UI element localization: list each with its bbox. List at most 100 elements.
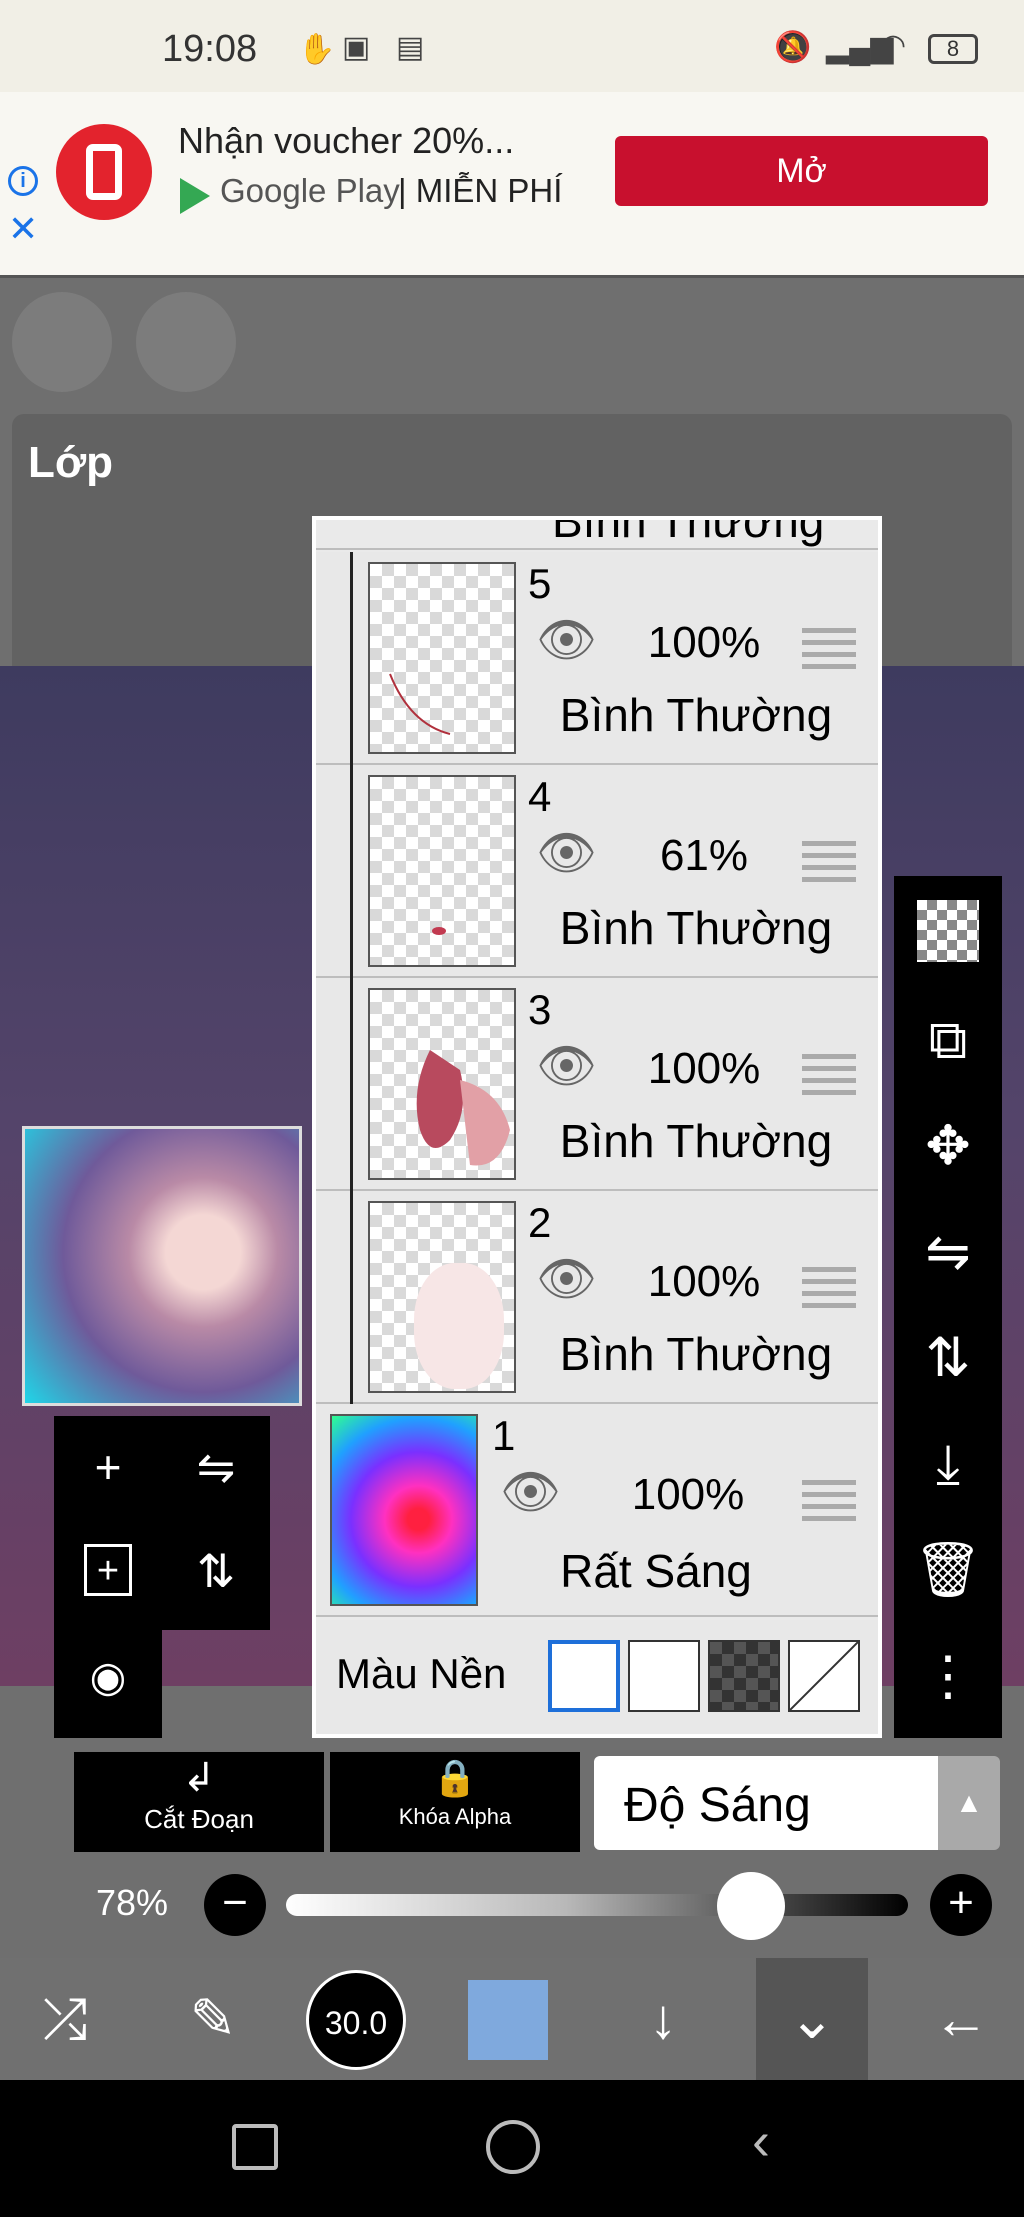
color-swatch[interactable]	[468, 1980, 548, 2060]
tool-switch-icon[interactable]: ⤮	[10, 1958, 120, 2080]
hand-icon: ✋	[298, 33, 336, 66]
layer-partial[interactable]: Bình Thường	[316, 520, 878, 550]
layer-mode[interactable]: Bình Thường	[526, 1114, 866, 1168]
layer-thumbnail	[368, 1201, 516, 1393]
layer-mode[interactable]: Bình Thường	[526, 1327, 866, 1381]
opacity-value: 78%	[96, 1882, 169, 1923]
plus-button[interactable]: +	[930, 1874, 992, 1936]
layer-opacity[interactable]: 100%	[634, 618, 774, 668]
battery-icon: 8	[928, 34, 978, 64]
clip-arrow-icon: ↲	[182, 1756, 216, 1800]
eye-icon[interactable]: 👁	[536, 830, 612, 878]
lock-icon: 🔒	[432, 1757, 478, 1798]
layer-number: 3	[528, 986, 552, 1033]
add-layer-icon[interactable]: +	[70, 1440, 146, 1494]
layer-mode[interactable]: Rất Sáng	[486, 1544, 826, 1598]
layers-chevron-icon[interactable]: ⌄	[756, 1958, 868, 2080]
background-row: Màu Nền	[316, 1620, 878, 1734]
layer-item[interactable]: 3 👁 100% Bình Thường	[316, 978, 878, 1191]
ad-open-button[interactable]: Mở	[615, 136, 988, 206]
flip-vertical-icon[interactable]: ⇅	[178, 1544, 254, 1598]
drag-handle-icon[interactable]	[802, 1480, 856, 1522]
convert-layer-icon[interactable]: ⧉	[908, 1000, 988, 1080]
trash-icon[interactable]: 🗑	[908, 1530, 988, 1610]
home-icon[interactable]	[486, 2120, 540, 2174]
eye-icon[interactable]: 👁	[536, 617, 612, 665]
move-icon[interactable]: ✥	[908, 1106, 988, 1186]
redo-button[interactable]	[136, 292, 236, 392]
bg-transparent-option[interactable]	[628, 1640, 700, 1712]
ad-store: Google Play	[220, 172, 400, 209]
bg-none-option[interactable]	[788, 1640, 860, 1712]
layer-item[interactable]: 2 👁 100% Bình Thường	[316, 1191, 878, 1404]
layer-opacity[interactable]: 61%	[634, 831, 774, 881]
layer-thumbnail	[330, 1414, 478, 1606]
eye-icon[interactable]: 👁	[536, 1043, 612, 1091]
clock: 19:08	[162, 28, 258, 70]
undo-button[interactable]	[12, 292, 112, 392]
drag-handle-icon[interactable]	[802, 841, 856, 883]
bg-dark-checker-option[interactable]	[708, 1640, 780, 1712]
layer-opacity[interactable]: 100%	[618, 1470, 758, 1520]
layer-item[interactable]: 1 👁 100% Rất Sáng	[316, 1404, 878, 1617]
nav-bar: ‹	[0, 2080, 1024, 2217]
flip-horizontal-icon[interactable]: ⇋	[908, 1212, 988, 1292]
layer-mode[interactable]: Bình Thường	[526, 688, 866, 742]
blend-mode-select[interactable]: Độ Sáng ▲	[594, 1756, 1000, 1850]
layer-number: 1	[492, 1412, 516, 1459]
mute-bell-icon: 🔕	[774, 31, 812, 64]
flip-horizontal-icon[interactable]: ⇋	[178, 1440, 254, 1494]
flip-vertical-icon[interactable]: ⇅	[908, 1318, 988, 1398]
more-icon[interactable]: ⋮	[908, 1636, 988, 1716]
alpha-lock-button[interactable]: 🔒 Khóa Alpha	[330, 1752, 580, 1852]
layer-opacity[interactable]: 100%	[634, 1044, 774, 1094]
layer-thumbnail	[368, 988, 516, 1180]
triangle-up-icon[interactable]: ▲	[938, 1756, 1000, 1850]
layer-opacity[interactable]: 100%	[634, 1257, 774, 1307]
slider-knob[interactable]	[717, 1872, 786, 1940]
arrow-down-icon[interactable]: ↓	[608, 1958, 718, 2080]
status-bar: 19:08 ✋ ▣ ▤ 🔕 ▂▄▆ ◠ 8	[0, 0, 1024, 92]
layer-item[interactable]: 5 👁 100% Bình Thường	[316, 552, 878, 765]
drag-handle-icon[interactable]	[802, 628, 856, 670]
layer-number: 2	[528, 1199, 552, 1246]
alpha-label: Khóa Alpha	[398, 1804, 512, 1829]
close-icon[interactable]: ✕	[8, 208, 38, 250]
duplicate-layer-icon[interactable]: +	[84, 1544, 132, 1596]
image-icon: ▤	[396, 31, 425, 64]
right-toolbar: ⧉ ✥ ⇋ ⇅ ⤓ 🗑 ⋮	[894, 876, 1002, 1738]
layer-mode[interactable]: Bình Thường	[526, 901, 866, 955]
clip-label: Cắt Đoạn	[144, 1804, 254, 1834]
layer-mode: Bình Thường	[552, 520, 825, 547]
layer-thumbnail	[368, 775, 516, 967]
info-icon[interactable]: i	[8, 166, 38, 196]
eye-icon[interactable]: 👁	[536, 1256, 612, 1304]
app-logo	[56, 124, 152, 220]
back-arrow-icon[interactable]: ←	[906, 1958, 1016, 2080]
eye-icon[interactable]: 👁	[500, 1469, 576, 1517]
minus-button[interactable]: −	[204, 1874, 266, 1936]
blend-mode-value: Độ Sáng	[624, 1779, 811, 1832]
transparency-icon[interactable]	[917, 900, 979, 962]
drag-handle-icon[interactable]	[802, 1054, 856, 1096]
ad-banner[interactable]: i ✕ Nhận voucher 20%... Google Play | MI…	[0, 92, 1024, 278]
opacity-slider[interactable]	[286, 1894, 908, 1916]
bg-white-option[interactable]	[548, 1640, 620, 1712]
drag-handle-icon[interactable]	[802, 1267, 856, 1309]
camera-icon[interactable]: ◉	[70, 1652, 146, 1701]
layer-item[interactable]: 4 👁 61% Bình Thường	[316, 765, 878, 978]
brush-size[interactable]: 30.0	[306, 1970, 406, 2070]
shop-bag-icon: ▣	[342, 31, 371, 64]
back-icon[interactable]: ‹	[752, 2110, 770, 2172]
wifi-icon: ◠	[880, 29, 907, 62]
canvas-preview[interactable]	[22, 1126, 302, 1406]
recents-icon[interactable]	[232, 2124, 278, 2170]
brush-icon[interactable]: ✎	[158, 1958, 268, 2080]
bottom-toolbar: ⤮ ✎ 30.0 ↓ ⌄ ←	[0, 1958, 1024, 2080]
clipping-button[interactable]: ↲ Cắt Đoạn	[74, 1752, 324, 1852]
merge-down-icon[interactable]: ⤓	[908, 1424, 988, 1504]
layer-thumbnail	[368, 562, 516, 754]
background-label: Màu Nền	[336, 1650, 507, 1697]
google-play-icon	[180, 178, 210, 214]
panel-title: Lớp	[28, 438, 114, 487]
